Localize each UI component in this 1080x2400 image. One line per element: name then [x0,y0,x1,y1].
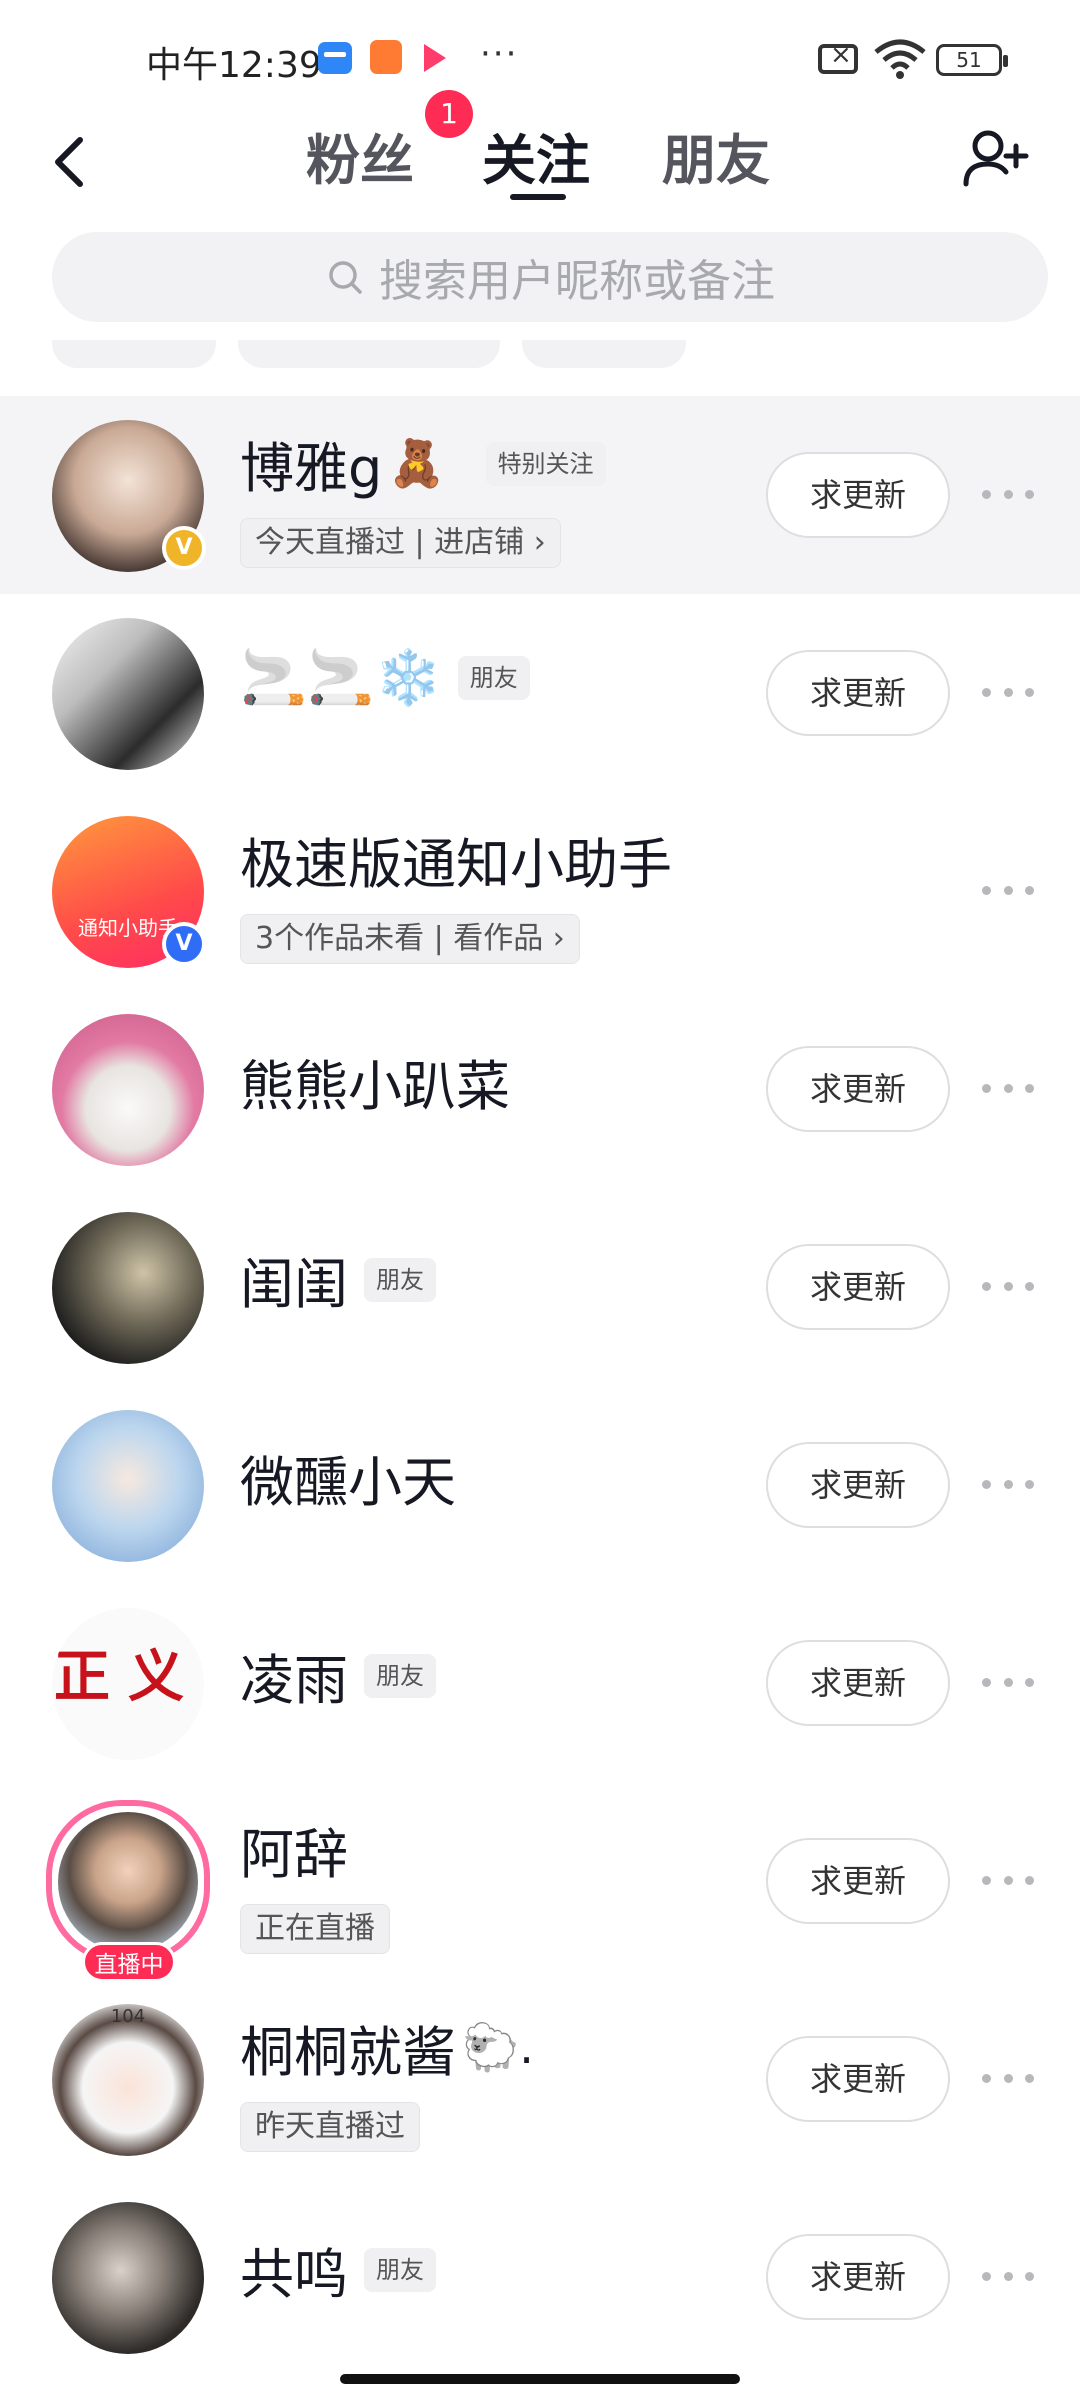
battery-icon: 51 [936,44,1008,76]
list-item[interactable]: 正义 凌雨 朋友 求更新 [0,1584,1080,1782]
request-update-button[interactable]: 求更新 [766,1046,950,1132]
more-options-icon[interactable] [982,870,1034,910]
special-follow-tag: 特别关注 [485,441,606,486]
user-name: 博雅g 🧸 特别关注 [240,424,606,503]
more-options-icon[interactable] [982,1662,1034,1702]
verified-badge: V [162,526,206,570]
request-update-button[interactable]: 求更新 [766,2234,950,2320]
more-notifications-icon: ··· [480,34,519,74]
avatar[interactable] [52,1212,204,1364]
request-update-button[interactable]: 求更新 [766,1244,950,1330]
back-arrow-icon[interactable] [40,122,100,202]
user-name: 凌雨 朋友 [240,1636,436,1715]
list-item[interactable]: 104 桐桐就酱 🐑. 昨天直播过 求更新 [0,1980,1080,2178]
wifi-icon [874,39,926,79]
tab-friends[interactable]: 朋友 [662,116,770,195]
request-update-button[interactable]: 求更新 [766,2036,950,2122]
no-sim-icon [818,40,858,74]
play-app-icon [424,44,446,72]
more-options-icon[interactable] [982,672,1034,712]
friend-tag: 朋友 [364,1257,436,1302]
user-name: 微醺小天 [240,1451,456,1514]
list-item[interactable]: 直播中 阿辞 正在直播 求更新 [0,1782,1080,1982]
user-subtitle[interactable]: 正在直播 [240,1904,390,1954]
live-badge: 直播中 [82,1942,176,1982]
avatar[interactable]: 104 [52,2004,204,2156]
verified-badge: V [162,922,206,966]
more-options-icon[interactable] [982,1266,1034,1306]
user-subtitle[interactable]: 3个作品未看 | 看作品 › [240,914,580,964]
avatar[interactable] [52,618,204,770]
status-bar: 中午12:39 ··· 51 [0,0,1080,110]
request-update-button[interactable]: 求更新 [766,1442,950,1528]
avatar[interactable] [52,1014,204,1166]
header: 粉丝 1 关注 朋友 [0,90,1080,220]
list-item[interactable]: 微醺小天 求更新 [0,1386,1080,1584]
user-name: 🚬🚬❄️ 朋友 [240,646,530,710]
add-friend-icon[interactable] [960,120,1032,200]
user-name: 熊熊小趴菜 [240,1055,510,1118]
filter-chip[interactable] [52,340,216,368]
user-name: 阿辞 [240,1823,348,1886]
fans-count-badge: 1 [425,90,473,138]
more-options-icon[interactable] [982,2256,1034,2296]
avatar[interactable]: 正义 [52,1608,204,1760]
avatar[interactable] [52,2202,204,2354]
home-indicator[interactable] [340,2374,740,2384]
filter-chip[interactable] [522,340,686,368]
tab-fans[interactable]: 粉丝 [306,116,414,195]
list-item[interactable]: 🚬🚬❄️ 朋友 求更新 [0,594,1080,792]
search-icon [329,261,362,294]
shopping-app-icon [370,40,402,74]
filter-chip[interactable] [238,340,500,368]
active-tab-indicator [510,194,566,200]
request-update-button[interactable]: 求更新 [766,1838,950,1924]
user-name: 极速版通知小助手 [240,833,672,896]
user-subtitle[interactable]: 昨天直播过 [240,2102,420,2152]
filter-chips [0,340,1080,370]
app-notification-icon [318,42,352,74]
more-options-icon[interactable] [982,2058,1034,2098]
more-options-icon[interactable] [982,1068,1034,1108]
list-item[interactable]: V 博雅g 🧸 特别关注 今天直播过 | 进店铺 › 求更新 [0,396,1080,594]
more-options-icon[interactable] [982,474,1034,514]
search-placeholder: 搜索用户昵称或备注 [379,256,775,307]
list-item[interactable]: 熊熊小趴菜 求更新 [0,990,1080,1188]
search-input[interactable]: 搜索用户昵称或备注 [52,232,1048,322]
user-subtitle[interactable]: 今天直播过 | 进店铺 › [240,518,561,568]
sheep-emoji: 🐑. [462,2020,534,2074]
list-item[interactable]: 共鸣 朋友 求更新 [0,2178,1080,2376]
user-name: 闺闺 朋友 [240,1240,436,1319]
avatar[interactable] [52,1410,204,1562]
request-update-button[interactable]: 求更新 [766,650,950,736]
tab-following[interactable]: 关注 [482,116,590,195]
avatar [58,1812,198,1952]
request-update-button[interactable]: 求更新 [766,1640,950,1726]
live-avatar[interactable] [46,1800,210,1964]
list-item[interactable]: 通知小助手 V 极速版通知小助手 3个作品未看 | 看作品 › [0,792,1080,990]
friend-tag: 朋友 [364,2247,436,2292]
more-options-icon[interactable] [982,1464,1034,1504]
friend-tag: 朋友 [364,1653,436,1698]
list-item[interactable]: 闺闺 朋友 求更新 [0,1188,1080,1386]
user-name: 共鸣 朋友 [240,2230,436,2309]
user-name: 桐桐就酱 🐑. [240,2020,534,2084]
status-time: 中午12:39 [146,45,322,86]
friend-tag: 朋友 [457,656,530,700]
more-options-icon[interactable] [982,1860,1034,1900]
request-update-button[interactable]: 求更新 [766,452,950,538]
bear-emoji: 🧸 [388,436,446,490]
